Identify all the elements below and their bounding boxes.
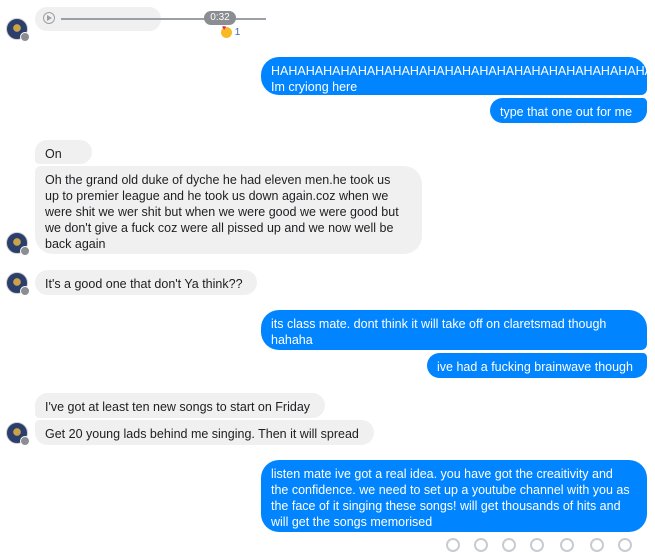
game-icon[interactable]	[618, 538, 632, 552]
incoming-message[interactable]: Get 20 young lads behind me singing. The…	[35, 420, 374, 445]
outgoing-message[interactable]: listen mate ive got a real idea. you hav…	[261, 460, 647, 532]
sticker-icon[interactable]	[502, 538, 516, 552]
contact-avatar[interactable]	[6, 422, 30, 446]
gif-icon[interactable]	[530, 538, 544, 552]
like-icon[interactable]	[590, 538, 604, 552]
incoming-message[interactable]: I've got at least ten new songs to start…	[35, 393, 325, 418]
incoming-message[interactable]: Oh the grand old duke of dyche he had el…	[35, 166, 422, 254]
audio-duration: 0:32	[204, 11, 236, 25]
contact-avatar[interactable]	[6, 272, 30, 296]
outgoing-message[interactable]: ive had a fucking brainwave though	[427, 353, 647, 378]
composer-toolbar	[440, 536, 655, 552]
outgoing-message[interactable]: its class mate. dont think it will take …	[261, 310, 647, 350]
reaction-count: 1	[234, 27, 241, 39]
heart-eyes-emoji-icon	[221, 25, 232, 38]
outgoing-message[interactable]: type that one out for me	[490, 98, 647, 123]
incoming-message[interactable]: It's a good one that don't Ya think??	[35, 270, 257, 295]
message-reaction[interactable]: 1	[221, 25, 241, 39]
plus-icon[interactable]	[446, 538, 460, 552]
contact-avatar[interactable]	[6, 232, 30, 256]
audio-message[interactable]	[35, 7, 266, 31]
outgoing-message[interactable]: HAHAHAHAHAHAHAHAHAHAHAHAHAHAHAHAHAHAHAHA…	[261, 57, 655, 95]
emoji-icon[interactable]	[560, 538, 574, 552]
play-icon[interactable]	[43, 12, 55, 24]
contact-avatar[interactable]	[6, 18, 30, 42]
incoming-message[interactable]: On sec	[35, 140, 92, 177]
camera-icon[interactable]	[474, 538, 488, 552]
